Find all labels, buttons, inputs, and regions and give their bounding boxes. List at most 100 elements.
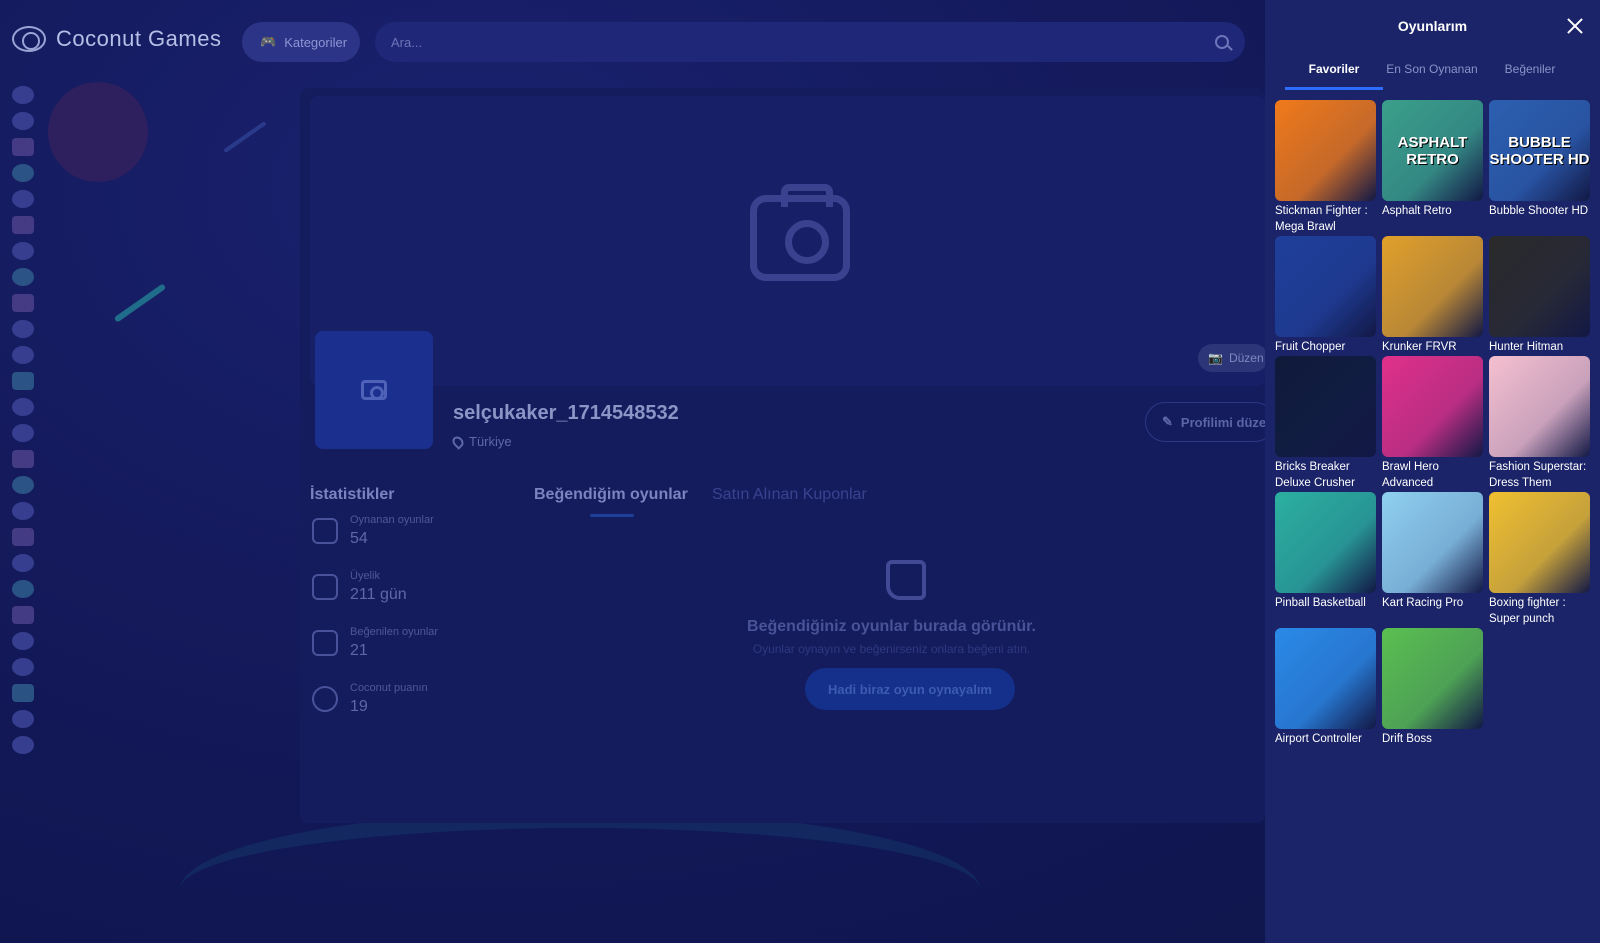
stat-label: Beğenilen oyunlar	[350, 626, 439, 638]
liked-games-panel: Beğendiğim oyunlar Satın Alınan Kuponlar…	[518, 474, 1265, 824]
categories-button[interactable]: 🎮 Kategoriler	[242, 22, 360, 62]
gamepad-icon[interactable]	[12, 606, 34, 624]
location-text: Türkiye	[469, 434, 512, 449]
tab-recently-played[interactable]: En Son Oynanan	[1383, 52, 1481, 90]
game-card[interactable]: Hunter Hitman	[1489, 236, 1590, 355]
shuffle-icon[interactable]	[12, 554, 34, 572]
game-card[interactable]: BUBBLE SHOOTER HD Bubble Shooter HD	[1489, 100, 1590, 219]
ghost-icon[interactable]	[12, 112, 34, 130]
hand-icon[interactable]	[12, 450, 34, 468]
avatar[interactable]	[315, 331, 433, 449]
potion-icon[interactable]	[12, 346, 34, 364]
planet-icon[interactable]	[12, 86, 34, 104]
empty-state-title: Beğendiğiniz oyunlar burada görünür.	[747, 618, 1036, 635]
game-thumbnail[interactable]	[1275, 628, 1376, 729]
book-icon[interactable]	[12, 736, 34, 754]
game-thumbnail[interactable]	[1382, 356, 1483, 457]
active-tab-indicator	[590, 514, 634, 517]
game-thumbnail-art: ASPHALT RETRO	[1397, 133, 1468, 168]
tab-liked-games[interactable]: Beğendiğim oyunlar	[534, 486, 688, 504]
pencil-icon: ✎	[1162, 414, 1173, 429]
soccer-icon[interactable]	[12, 138, 34, 156]
game-card[interactable]: Kart Racing Pro	[1382, 492, 1483, 611]
edit-cover-label: Düzen	[1228, 351, 1264, 365]
category-sidebar	[12, 86, 38, 754]
game-thumbnail[interactable]	[1382, 628, 1483, 729]
joystick-icon[interactable]	[12, 190, 34, 208]
game-title: Boxing fighter : Super punch	[1489, 597, 1566, 625]
game-thumbnail[interactable]	[1489, 492, 1590, 593]
stat-label: Oynanan oyunlar	[350, 514, 434, 526]
gun-icon[interactable]	[12, 632, 34, 650]
game-thumbnail[interactable]: ASPHALT RETRO	[1382, 100, 1483, 201]
game-thumbnail-art	[1382, 492, 1483, 593]
pacman-icon[interactable]	[12, 372, 34, 390]
game-thumbnail-art	[1382, 356, 1483, 457]
check-icon[interactable]	[12, 476, 34, 494]
game-card[interactable]: Fruit Chopper	[1275, 236, 1376, 355]
horse-icon[interactable]	[12, 580, 34, 598]
game-thumbnail[interactable]	[1275, 236, 1376, 337]
stat-value: 21	[350, 642, 368, 659]
game-card[interactable]: Krunker FRVR	[1382, 236, 1483, 355]
star-icon[interactable]	[12, 320, 34, 338]
play-games-button[interactable]: Hadi biraz oyun oynayalım	[805, 668, 1015, 710]
target-icon[interactable]	[12, 242, 34, 260]
game-thumbnail[interactable]	[1275, 356, 1376, 457]
game-card[interactable]: Fashion Superstar: Dress Them	[1489, 356, 1590, 491]
game-title: Airport Controller	[1275, 733, 1362, 745]
site-header: Coconut Games 🎮 Kategoriler Ara...	[0, 0, 1265, 82]
game-thumbnail[interactable]: BUBBLE SHOOTER HD	[1489, 100, 1590, 201]
game-title: Asphalt Retro	[1382, 205, 1452, 217]
joystick-icon	[312, 518, 338, 544]
stat-played: Oynanan oyunlar 54	[312, 514, 434, 548]
game-thumbnail[interactable]	[1382, 236, 1483, 337]
drawer-title: Oyunlarım	[1397, 18, 1468, 34]
game-thumbnail[interactable]	[1275, 100, 1376, 201]
magic-icon[interactable]	[12, 294, 34, 312]
game-card[interactable]: Stickman Fighter : Mega Brawl	[1275, 100, 1376, 235]
globe-icon[interactable]	[12, 684, 34, 702]
swords-icon[interactable]	[12, 268, 34, 286]
site-logo[interactable]: Coconut Games	[12, 26, 221, 52]
game-title: Kart Racing Pro	[1382, 597, 1464, 609]
car-icon[interactable]	[12, 658, 34, 676]
search-input[interactable]: Ara...	[375, 22, 1245, 62]
stat-membership: Üyelik 211 gün	[312, 570, 407, 604]
game-card[interactable]: Drift Boss	[1382, 628, 1483, 747]
game-title: Fashion Superstar: Dress Them	[1489, 461, 1587, 489]
ball-icon[interactable]	[12, 424, 34, 442]
thumbs-up-icon	[312, 630, 338, 656]
calendar-icon	[312, 574, 338, 600]
tab-favorites[interactable]: Favoriler	[1285, 52, 1383, 90]
tab-likes[interactable]: Beğeniler	[1481, 52, 1579, 90]
game-title: Brawl Hero Advanced	[1382, 461, 1439, 489]
game-card[interactable]: ASPHALT RETRO Asphalt Retro	[1382, 100, 1483, 219]
game-card[interactable]: Brawl Hero Advanced	[1382, 356, 1483, 491]
game-thumbnail-art	[1489, 492, 1590, 593]
compass-icon[interactable]	[12, 502, 34, 520]
stat-value: 211 gün	[350, 586, 407, 603]
game-card[interactable]: Bricks Breaker Deluxe Crusher	[1275, 356, 1376, 491]
game-thumbnail-art	[1275, 356, 1376, 457]
my-games-drawer: Oyunlarım Favoriler En Son Oynanan Beğen…	[1265, 0, 1600, 943]
game-thumbnail[interactable]	[1275, 492, 1376, 593]
search-icon[interactable]	[1215, 35, 1229, 49]
game-thumbnail[interactable]	[1489, 236, 1590, 337]
close-icon[interactable]	[1566, 17, 1584, 35]
game-thumbnail-art	[1382, 236, 1483, 337]
edit-profile-button[interactable]: ✎ Profilimi düze	[1145, 402, 1275, 442]
puzzle-icon[interactable]	[12, 528, 34, 546]
game-card[interactable]: Boxing fighter : Super punch	[1489, 492, 1590, 627]
tab-coupons[interactable]: Satın Alınan Kuponlar	[712, 486, 867, 504]
game-thumbnail[interactable]	[1382, 492, 1483, 593]
game-card[interactable]: Airport Controller	[1275, 628, 1376, 747]
edit-cover-button[interactable]: 📷 Düzen	[1198, 344, 1268, 372]
rocket-icon[interactable]	[12, 398, 34, 416]
game-thumbnail-art	[1275, 492, 1376, 593]
trophy-icon[interactable]	[12, 164, 34, 182]
game-card[interactable]: Pinball Basketball	[1275, 492, 1376, 611]
cards-icon[interactable]	[12, 216, 34, 234]
basketball-icon[interactable]	[12, 710, 34, 728]
game-thumbnail[interactable]	[1489, 356, 1590, 457]
